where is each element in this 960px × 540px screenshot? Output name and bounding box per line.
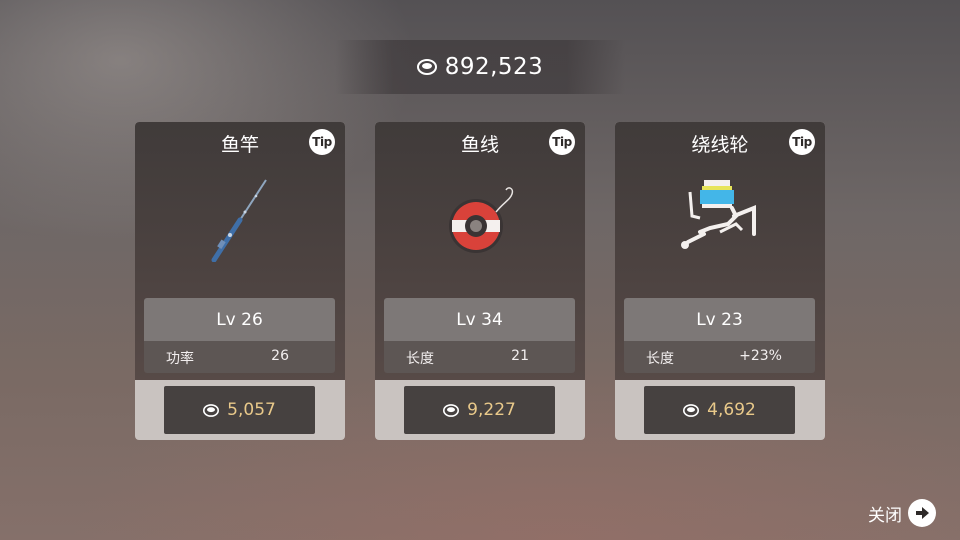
stat-value: 21 <box>511 348 529 364</box>
close-label: 关闭 <box>868 505 902 526</box>
stat-label: 长度 <box>406 351 434 367</box>
upgrade-button[interactable]: 4,692 <box>644 386 795 434</box>
card-fishing-line: 鱼线 Tip Lv 34 长度 21 9,227 <box>375 122 585 440</box>
stat-row: 长度 +23% <box>624 341 815 373</box>
card-fishing-reel: 绕线轮 Tip Lv 23 长度 +23% 4,692 <box>615 122 825 440</box>
coin-icon <box>443 403 460 417</box>
stat-row: 长度 21 <box>384 341 575 373</box>
tip-button[interactable]: Tip <box>309 129 335 155</box>
fishing-reel-icon <box>681 180 756 249</box>
tip-button[interactable]: Tip <box>789 129 815 155</box>
fishing-line-spool-icon <box>449 187 514 253</box>
level-label: Lv 34 <box>384 298 575 341</box>
coin-balance-bar: 892,523 <box>335 40 625 94</box>
stat-label: 功率 <box>166 351 194 367</box>
stat-row: 功率 26 <box>144 341 335 373</box>
coin-icon <box>683 403 700 417</box>
upgrade-button[interactable]: 5,057 <box>164 386 315 434</box>
tip-button[interactable]: Tip <box>549 129 575 155</box>
upgrade-price: 4,692 <box>707 400 756 420</box>
card-fishing-rod: 鱼竿 Tip Lv 26 功率 26 5,057 <box>135 122 345 440</box>
arrow-right-circle-icon <box>908 499 936 527</box>
stat-value: +23% <box>739 348 782 364</box>
fishing-rod-icon <box>211 179 267 262</box>
coin-icon <box>416 59 437 75</box>
level-label: Lv 26 <box>144 298 335 341</box>
coin-balance: 892,523 <box>444 54 544 80</box>
close-button[interactable]: 关闭 <box>868 498 936 528</box>
stat-label: 长度 <box>646 351 674 367</box>
level-label: Lv 23 <box>624 298 815 341</box>
upgrade-price: 9,227 <box>467 400 516 420</box>
stat-value: 26 <box>271 348 289 364</box>
upgrade-price: 5,057 <box>227 400 276 420</box>
coin-icon <box>203 403 220 417</box>
upgrade-button[interactable]: 9,227 <box>404 386 555 434</box>
